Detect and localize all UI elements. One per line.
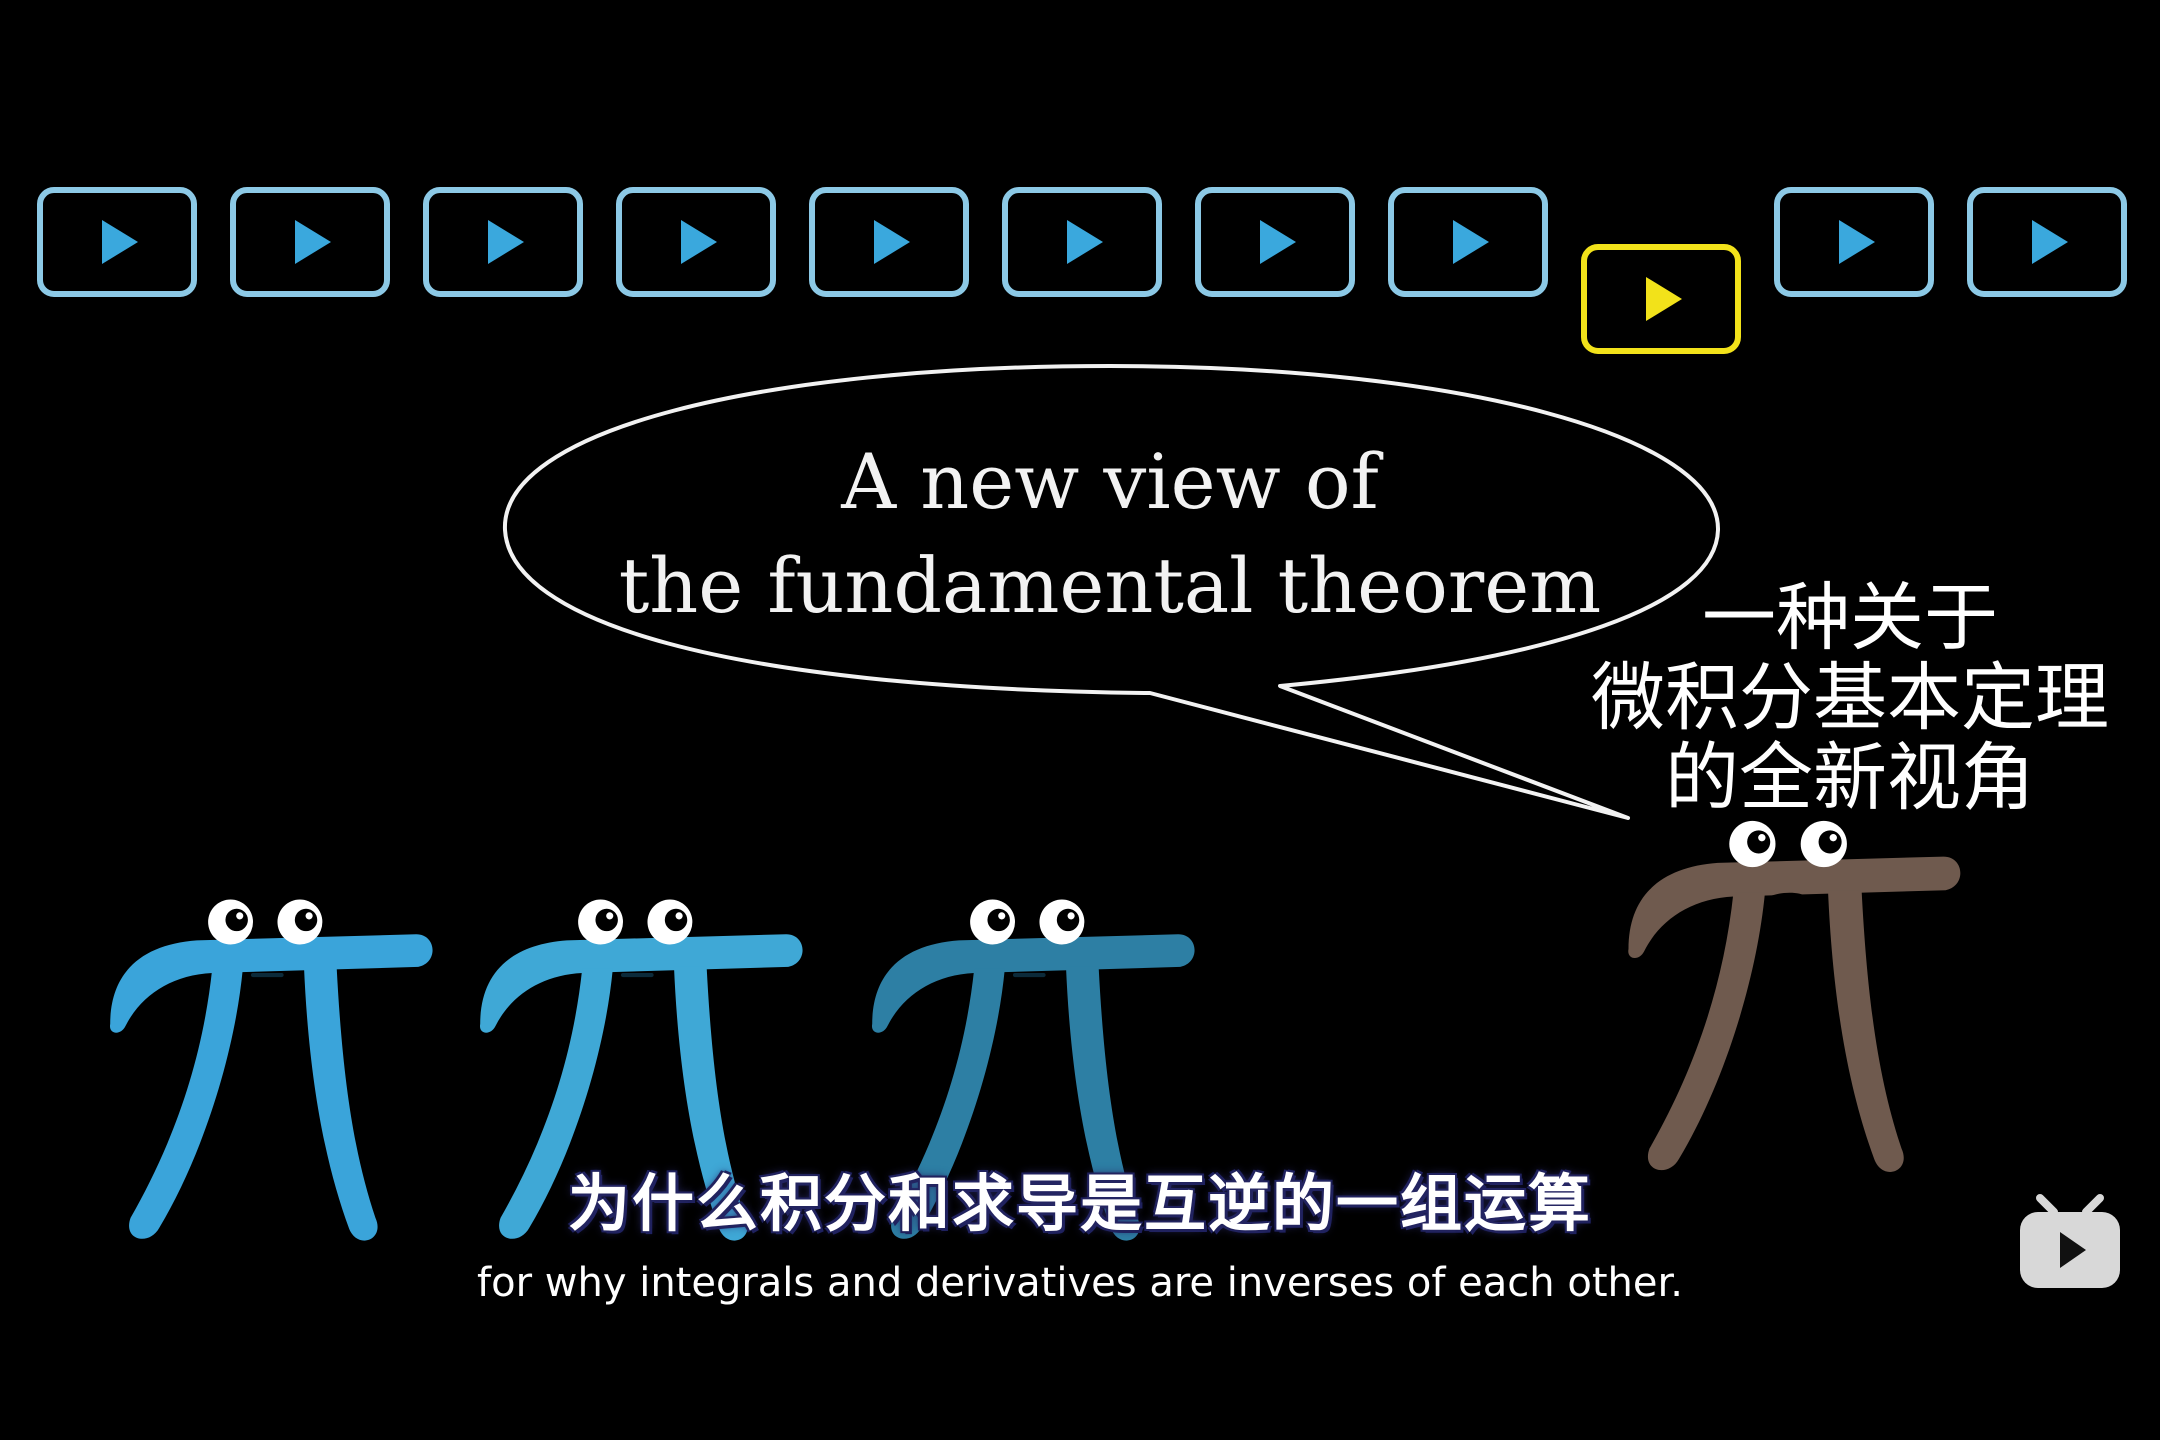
playlist-thumbnail[interactable] [423, 187, 583, 297]
playlist-thumbnail[interactable] [1195, 187, 1355, 297]
playlist-thumbnail[interactable] [809, 187, 969, 297]
annotation-line-3: 的全新视角 [1665, 735, 2035, 821]
subtitle-chinese: 为什么积分和求导是互逆的一组运算 [567, 1167, 1592, 1240]
playlist-thumbnail[interactable] [1967, 187, 2127, 297]
bubble-line-1: A new view of [841, 437, 1379, 526]
annotation-line-1: 一种关于 [1702, 575, 1998, 661]
chinese-annotation: 一种关于 微积分基本定理 的全新视角 [1570, 578, 2130, 818]
playlist-thumbnail-highlighted[interactable] [1581, 244, 1741, 354]
playlist-thumbnail[interactable] [1002, 187, 1162, 297]
speaker-pi-creature [1628, 820, 1961, 1172]
playlist-thumbnail[interactable] [616, 187, 776, 297]
playlist-thumbnail[interactable] [1388, 187, 1548, 297]
pi-creature-brown [1628, 820, 1961, 1172]
bubble-line-2: the fundamental theorem [618, 541, 1602, 630]
video-frame: A new view of the fundamental theorem 一种… [0, 0, 2160, 1440]
video-playlist [37, 187, 2127, 354]
annotation-line-2: 微积分基本定理 [1591, 655, 2109, 741]
subtitle-english: for why integrals and derivatives are in… [477, 1260, 1683, 1306]
playlist-thumbnail[interactable] [37, 187, 197, 297]
playlist-thumbnail[interactable] [230, 187, 390, 297]
playlist-thumbnail[interactable] [1774, 187, 1934, 297]
speech-bubble-text: A new view of the fundamental theorem [560, 430, 1660, 638]
